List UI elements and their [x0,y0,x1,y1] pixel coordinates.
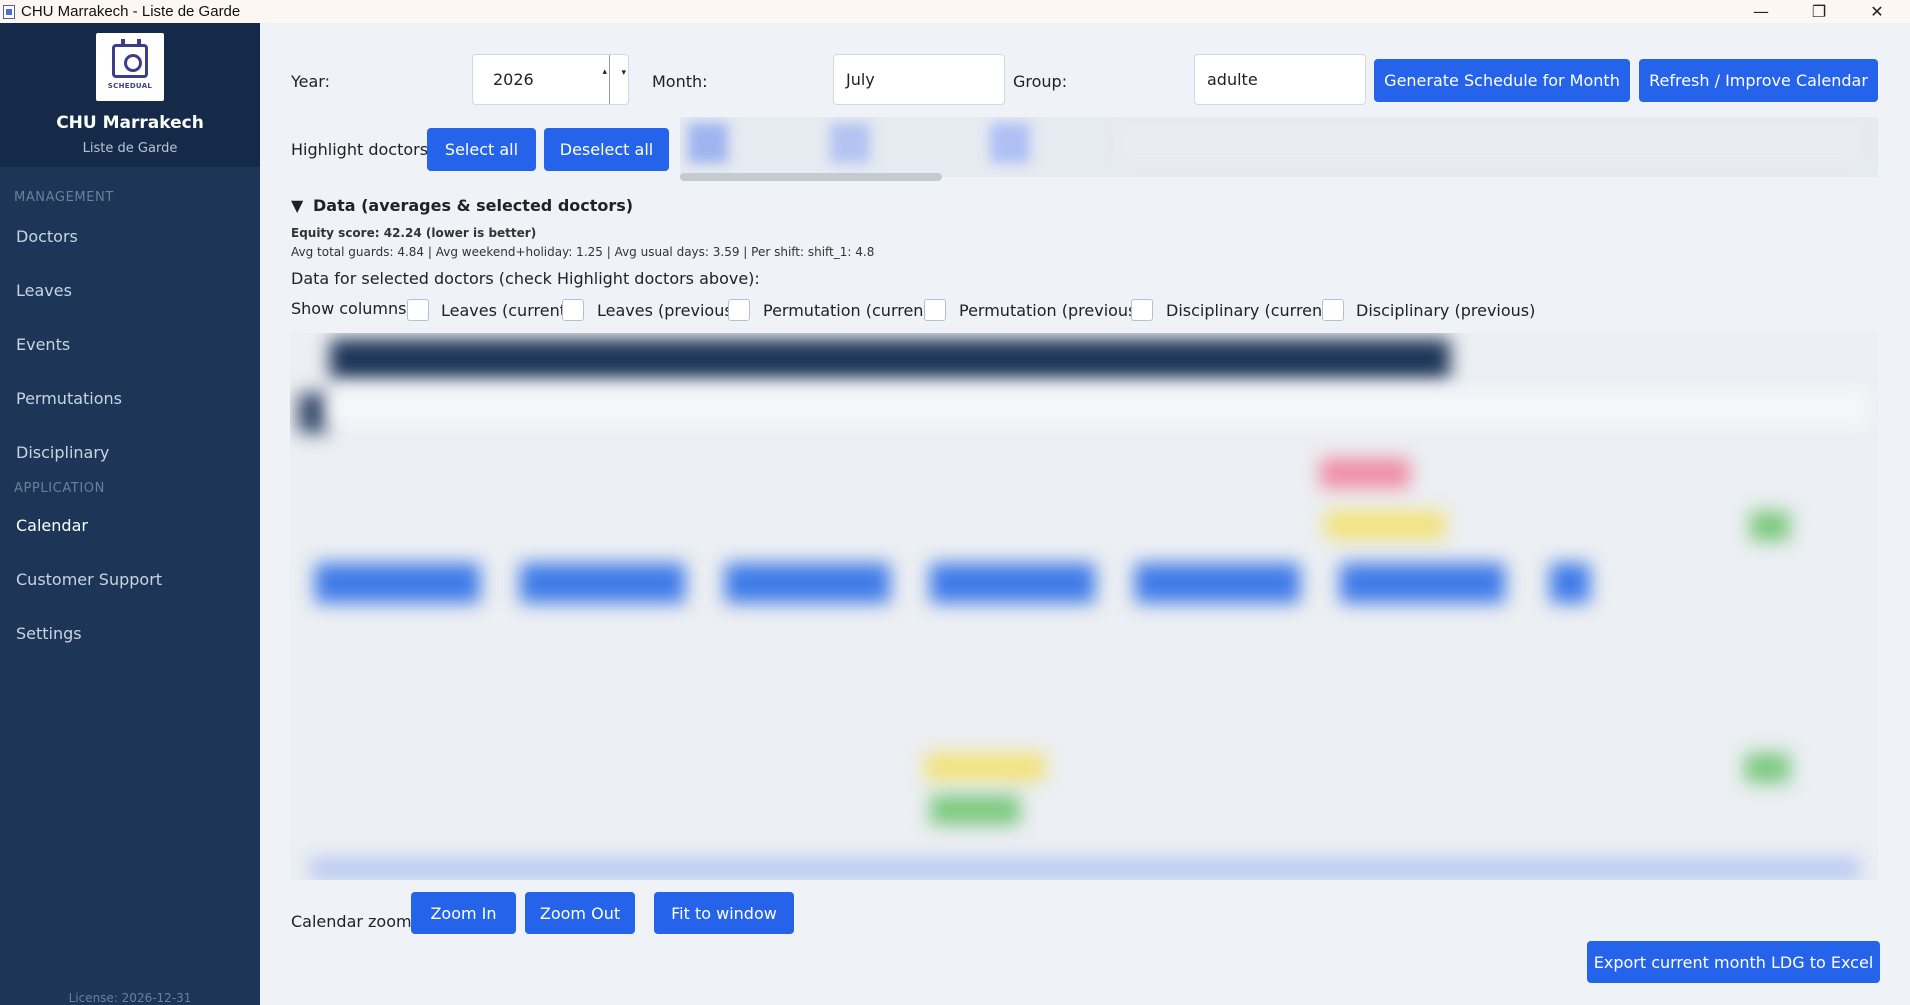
month-value: July [846,70,875,89]
restore-icon[interactable]: ❐ [1797,0,1841,23]
highlight-strip-scrollbar[interactable] [680,173,942,181]
leaves-current-label: Leaves (current) [441,301,573,320]
app-icon [3,4,15,19]
refresh-calendar-button[interactable]: Refresh / Improve Calendar [1639,59,1878,102]
spin-up-icon[interactable]: ▴ [602,67,607,77]
logo-text: SCHEDUAL [107,82,153,90]
select-all-button[interactable]: Select all [427,128,536,171]
disciplinary-current-label: Disciplinary (current) [1166,301,1335,320]
sidebar-item-events[interactable]: Events [0,317,260,371]
sidebar-item-doctors[interactable]: Doctors [0,209,260,263]
spin-down-icon[interactable]: ▾ [621,68,626,78]
window-title: CHU Marrakech - Liste de Garde [21,3,241,20]
app-name: CHU Marrakech [56,113,204,133]
checkbox-leaves-previous[interactable] [562,299,584,321]
sidebar-item-calendar[interactable]: Calendar [0,498,260,552]
year-label: Year: [291,72,330,91]
calendar-logo-icon [112,39,148,78]
calendar-view[interactable] [290,333,1878,880]
main-content: Year: 2026 ▴ ▾ Month: July Group: adulte… [260,23,1910,1005]
sidebar-item-disciplinary[interactable]: Disciplinary [0,425,260,479]
checkbox-disciplinary-current[interactable] [1131,299,1153,321]
section-management: MANAGEMENT [14,190,114,205]
sidebar-item-settings[interactable]: Settings [0,606,260,660]
group-label: Group: [1013,72,1068,91]
section-application: APPLICATION [14,481,105,496]
leaves-previous-label: Leaves (previous) [597,301,739,320]
averages-text: Avg total guards: 4.84 | Avg weekend+hol… [291,245,875,259]
data-toggle-icon[interactable]: ▼ [291,196,303,215]
app-subtitle: Liste de Garde [82,141,178,156]
permutation-previous-label: Permutation (previous) [959,301,1143,320]
zoom-in-button[interactable]: Zoom In [411,892,516,934]
generate-schedule-button[interactable]: Generate Schedule for Month [1374,59,1630,102]
highlight-doctors-label: Highlight doctors: [291,140,434,159]
data-section-title[interactable]: Data (averages & selected doctors) [313,196,633,215]
group-value: adulte [1207,70,1258,89]
show-columns-label: Show columns: [291,299,412,318]
close-icon[interactable]: ✕ [1855,0,1899,23]
checkbox-disciplinary-previous[interactable] [1322,299,1344,321]
checkbox-leaves-current[interactable] [407,299,429,321]
sidebar-item-leaves[interactable]: Leaves [0,263,260,317]
month-label: Month: [652,72,708,91]
checkbox-permutation-current[interactable] [728,299,750,321]
minimize-icon[interactable]: — [1739,0,1783,23]
year-spinbox[interactable]: 2026 ▴ ▾ [472,54,629,105]
equity-score: Equity score: 42.24 (lower is better) [291,226,537,240]
zoom-out-button[interactable]: Zoom Out [525,892,635,934]
sidebar: SCHEDUAL CHU Marrakech Liste de Garde MA… [0,23,260,1005]
fit-to-window-button[interactable]: Fit to window [654,892,794,934]
permutation-current-label: Permutation (current) [763,301,936,320]
selected-doctors-hint: Data for selected doctors (check Highlig… [291,269,760,288]
title-bar: CHU Marrakech - Liste de Garde — ❐ ✕ [0,0,1910,23]
calendar-zoom-label: Calendar zoom: [291,912,417,931]
doctor-highlight-strip[interactable] [680,117,1878,177]
year-value: 2026 [493,70,534,89]
disciplinary-previous-label: Disciplinary (previous) [1356,301,1536,320]
group-field[interactable]: adulte [1194,54,1366,105]
checkbox-permutation-previous[interactable] [924,299,946,321]
sidebar-brand: SCHEDUAL CHU Marrakech Liste de Garde [0,23,260,167]
export-excel-button[interactable]: Export current month LDG to Excel [1587,941,1880,983]
deselect-all-button[interactable]: Deselect all [544,128,669,171]
license-text: License: 2026-12-31 [68,991,192,1005]
month-field[interactable]: July [833,54,1005,105]
sidebar-item-customer-support[interactable]: Customer Support [0,552,260,606]
sidebar-item-permutations[interactable]: Permutations [0,371,260,425]
app-logo: SCHEDUAL [96,33,164,101]
